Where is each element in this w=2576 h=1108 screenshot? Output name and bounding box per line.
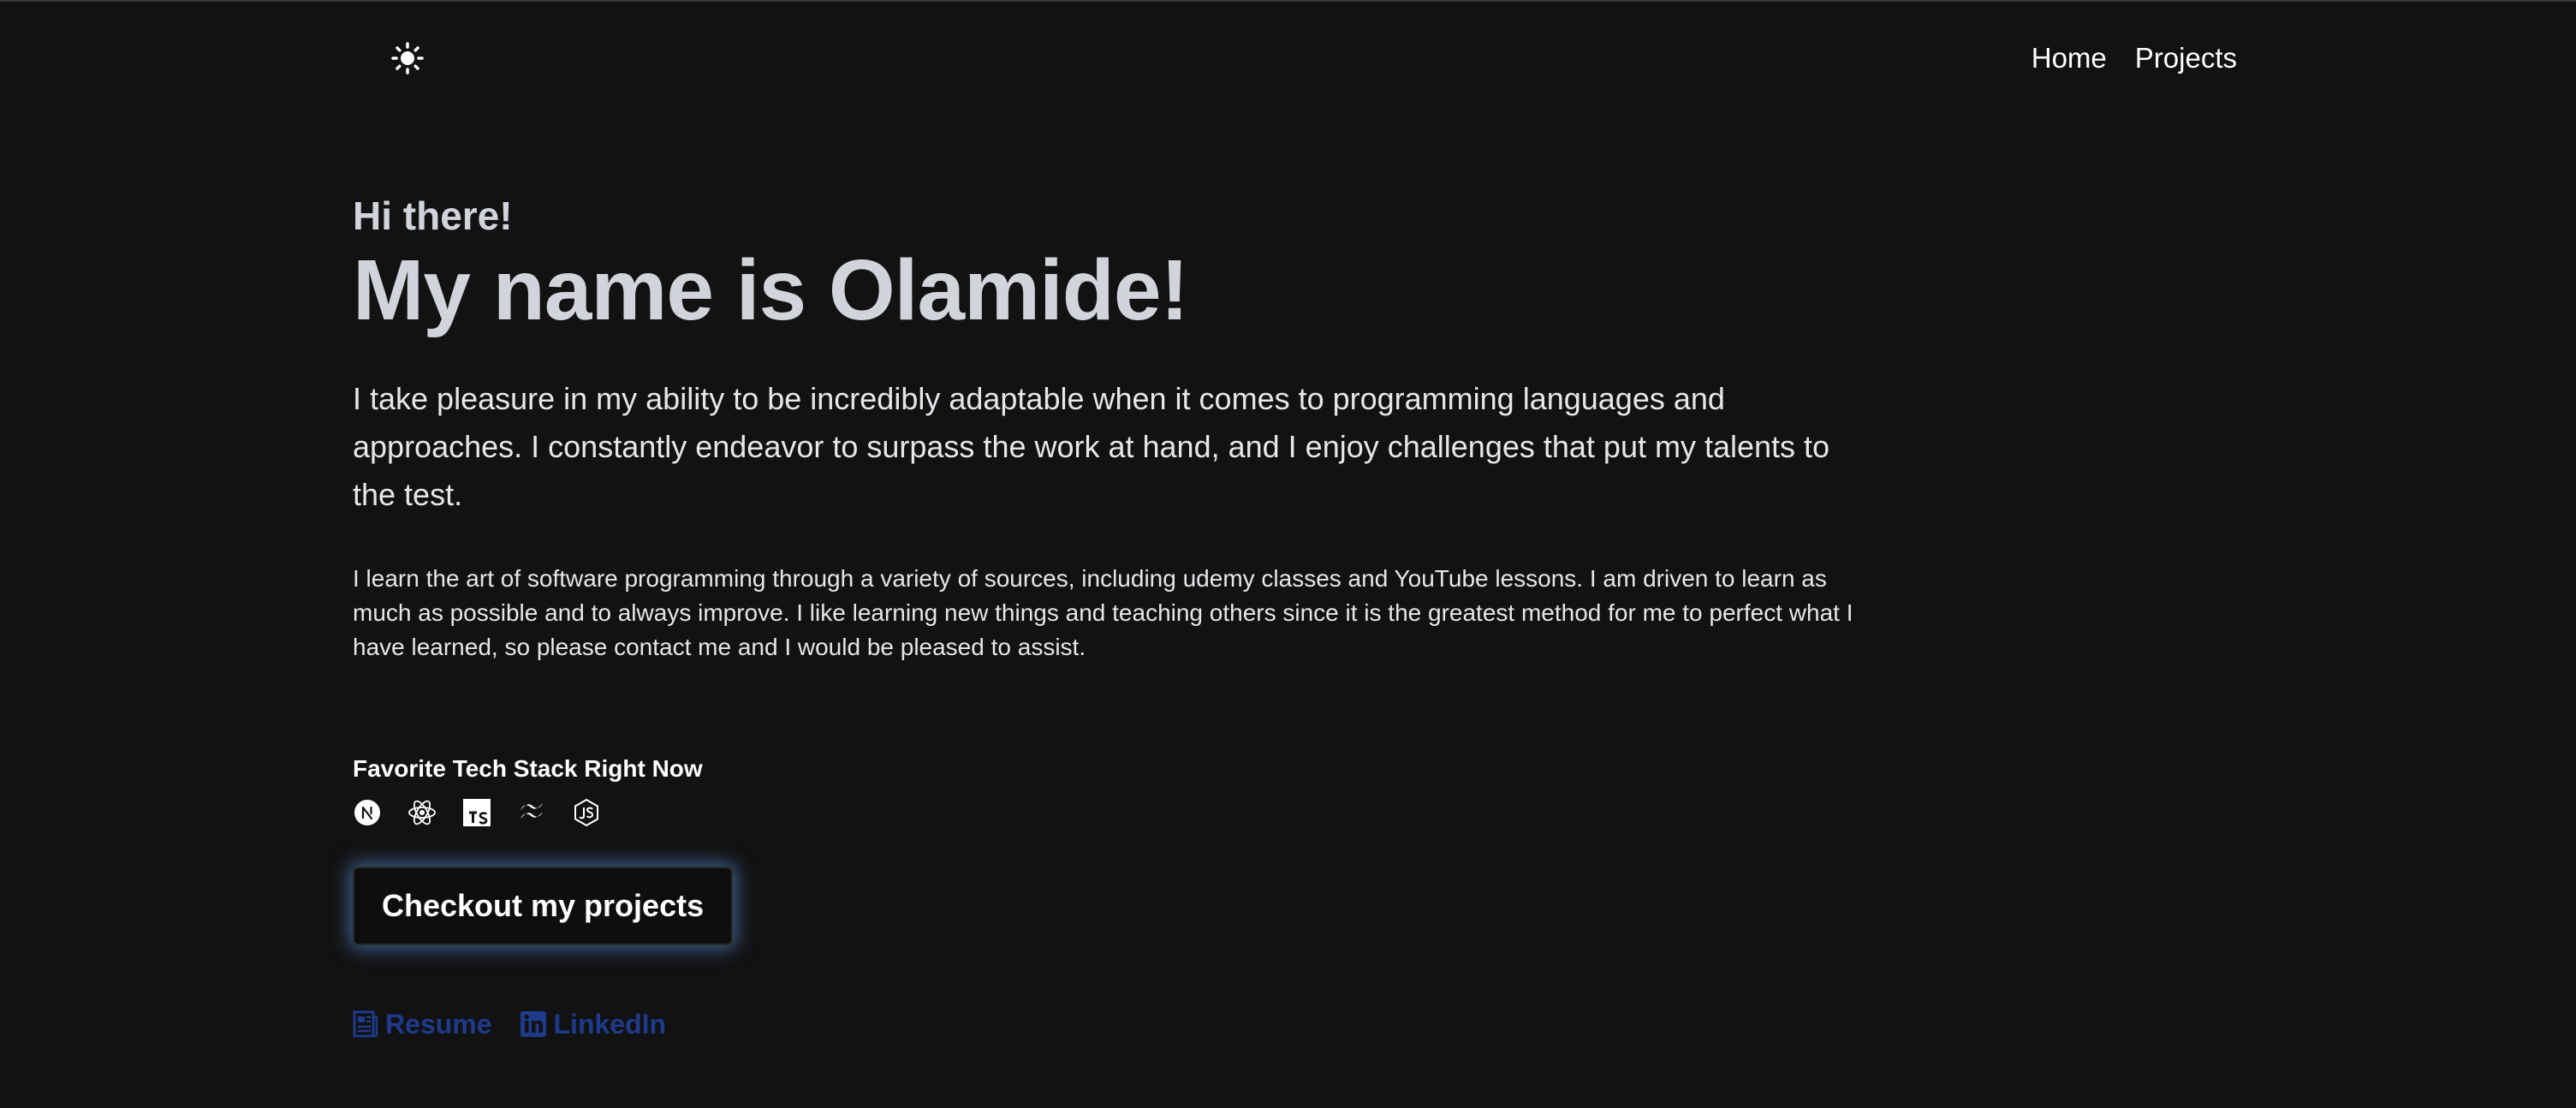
linkedin-label: LinkedIn [553, 1009, 667, 1039]
nodejs-icon [572, 798, 601, 827]
resume-label: Resume [385, 1009, 492, 1039]
name-heading: My name is Olamide! [353, 242, 1189, 338]
greeting-text: Hi there! [353, 194, 513, 238]
nav-link-home[interactable]: Home [2032, 39, 2107, 77]
external-links: Resume LinkedIn [353, 1007, 1877, 1041]
nav-link-projects[interactable]: Projects [2135, 39, 2237, 77]
page: Home Projects Hi there! My name is Olami… [0, 0, 2576, 1108]
tech-stack-title: Favorite Tech Stack Right Now [353, 755, 703, 782]
hero-section: Hi there! My name is Olamide! I take ple… [353, 192, 1877, 1041]
nextjs-icon [353, 798, 382, 827]
top-nav: Home Projects [2032, 39, 2237, 77]
linkedin-link[interactable]: LinkedIn [520, 1007, 667, 1041]
theme-toggle-button[interactable] [389, 39, 426, 77]
tech-stack-icons [353, 798, 1877, 827]
typescript-icon [462, 798, 491, 827]
tailwind-icon [517, 798, 546, 827]
resume-link[interactable]: Resume [353, 1007, 492, 1041]
intro-paragraph: I take pleasure in my ability to be incr… [353, 381, 1830, 512]
react-icon [408, 798, 437, 827]
learning-paragraph: I learn the art of software programming … [353, 565, 1853, 660]
sun-icon [391, 42, 424, 74]
checkout-projects-button[interactable]: Checkout my projects [353, 867, 734, 945]
document-icon [353, 1010, 378, 1038]
linkedin-icon [520, 1011, 546, 1037]
